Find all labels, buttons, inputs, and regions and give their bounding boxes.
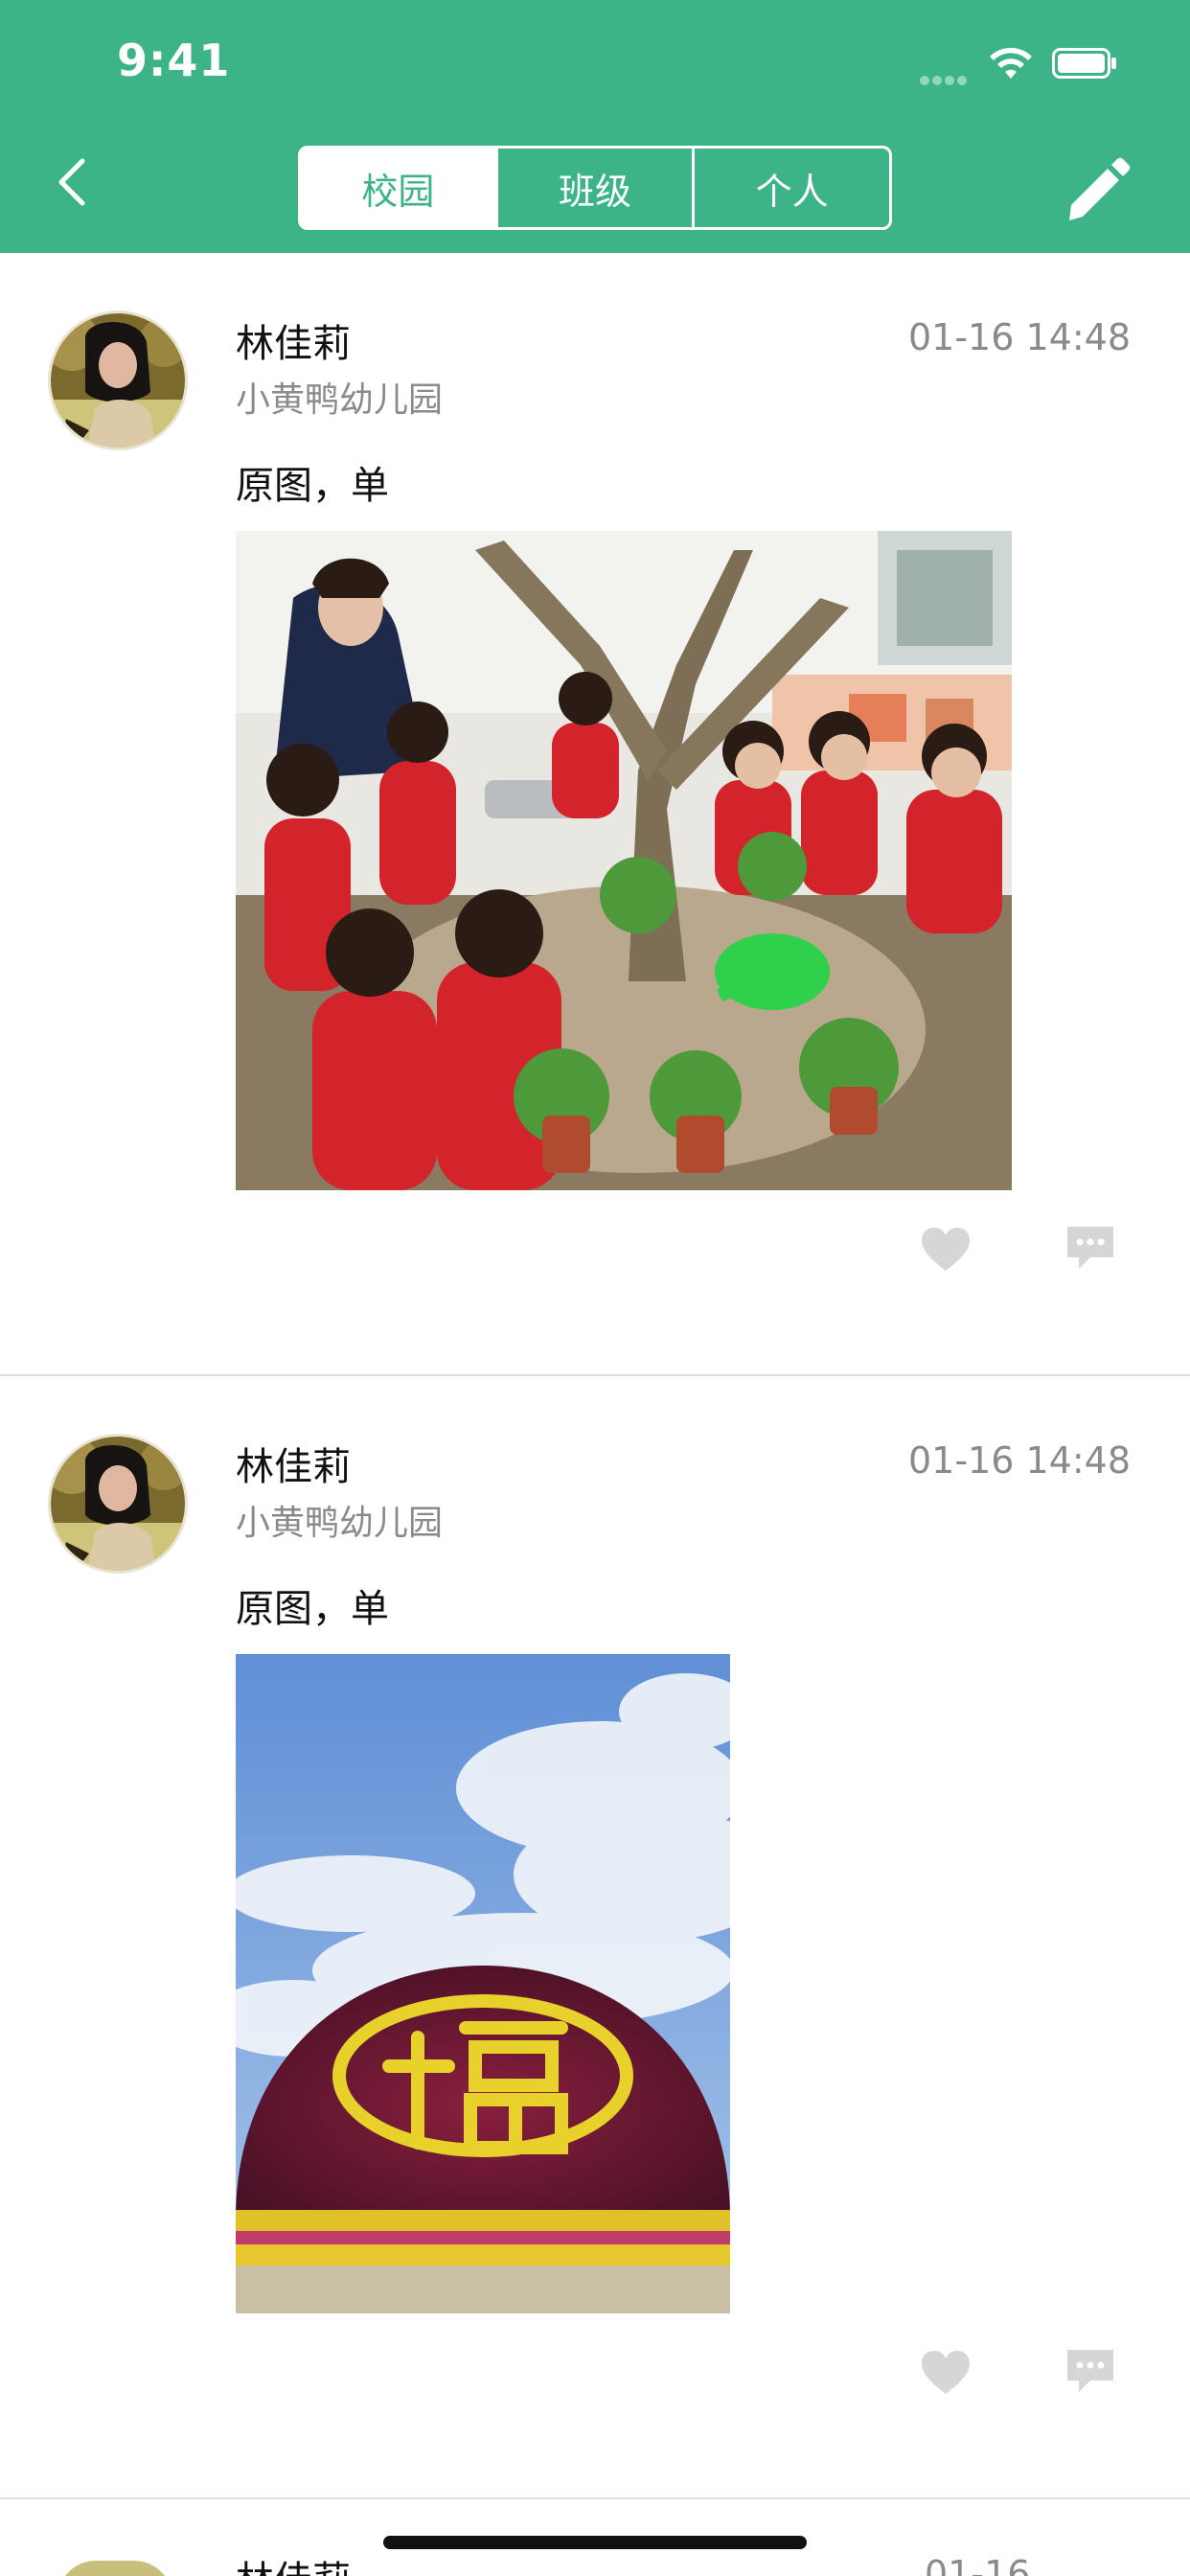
post-author-name[interactable]: 林佳莉	[236, 2549, 360, 2576]
campus-feed-screen: 9:41 校园 班级 个人 林佳莉 小黄鸭幼儿园 01-16 14:48 原图，…	[0, 0, 1190, 2576]
post-author-name[interactable]: 林佳莉	[236, 312, 351, 368]
flower-dome-fu-character-photo[interactable]	[236, 1654, 730, 2313]
cellular-signal-icon	[920, 71, 973, 85]
compose-pencil-button[interactable]	[1062, 153, 1134, 226]
tab-personal[interactable]: 个人	[692, 149, 889, 227]
post-school-name: 小黄鸭幼儿园	[236, 1504, 444, 1543]
feed-post: 林佳莉 小黄鸭幼儿园 01-16 14:48 原图，单	[0, 253, 1190, 1376]
post-timestamp: 01-16 14:48	[907, 1439, 1131, 1482]
wifi-icon	[990, 47, 1032, 79]
status-time: 9:41	[117, 34, 231, 86]
post-divider	[0, 2497, 1190, 2499]
avatar[interactable]	[57, 2561, 172, 2576]
children-watering-plants-photo[interactable]	[236, 531, 1012, 1190]
like-heart-icon[interactable]	[920, 1227, 972, 1273]
back-button[interactable]	[50, 151, 96, 213]
nav-header: 9:41 校园 班级 个人	[0, 0, 1190, 253]
post-text: 原图，单	[236, 1587, 389, 1631]
comment-bubble-icon[interactable]	[1065, 1223, 1115, 1273]
comment-bubble-icon[interactable]	[1065, 2346, 1115, 2396]
like-heart-icon[interactable]	[920, 2350, 972, 2396]
post-timestamp: 01-16 14:48	[925, 2553, 1031, 2576]
post-school-name: 小黄鸭幼儿园	[236, 380, 444, 420]
avatar[interactable]	[48, 1434, 188, 1574]
post-author-name[interactable]: 林佳莉	[236, 1436, 351, 1491]
post-timestamp: 01-16 14:48	[907, 316, 1131, 358]
scope-segmented-control: 校园 班级 个人	[298, 146, 892, 230]
tab-campus[interactable]: 校园	[301, 149, 495, 227]
battery-icon	[1052, 48, 1116, 79]
home-indicator[interactable]	[383, 2536, 807, 2549]
feed-post: 林佳莉 小黄鸭幼儿园 01-16 14:48 原图，单	[0, 1376, 1190, 2499]
post-text: 原图，单	[236, 464, 389, 508]
tab-class[interactable]: 班级	[494, 149, 693, 227]
avatar[interactable]	[48, 310, 188, 450]
